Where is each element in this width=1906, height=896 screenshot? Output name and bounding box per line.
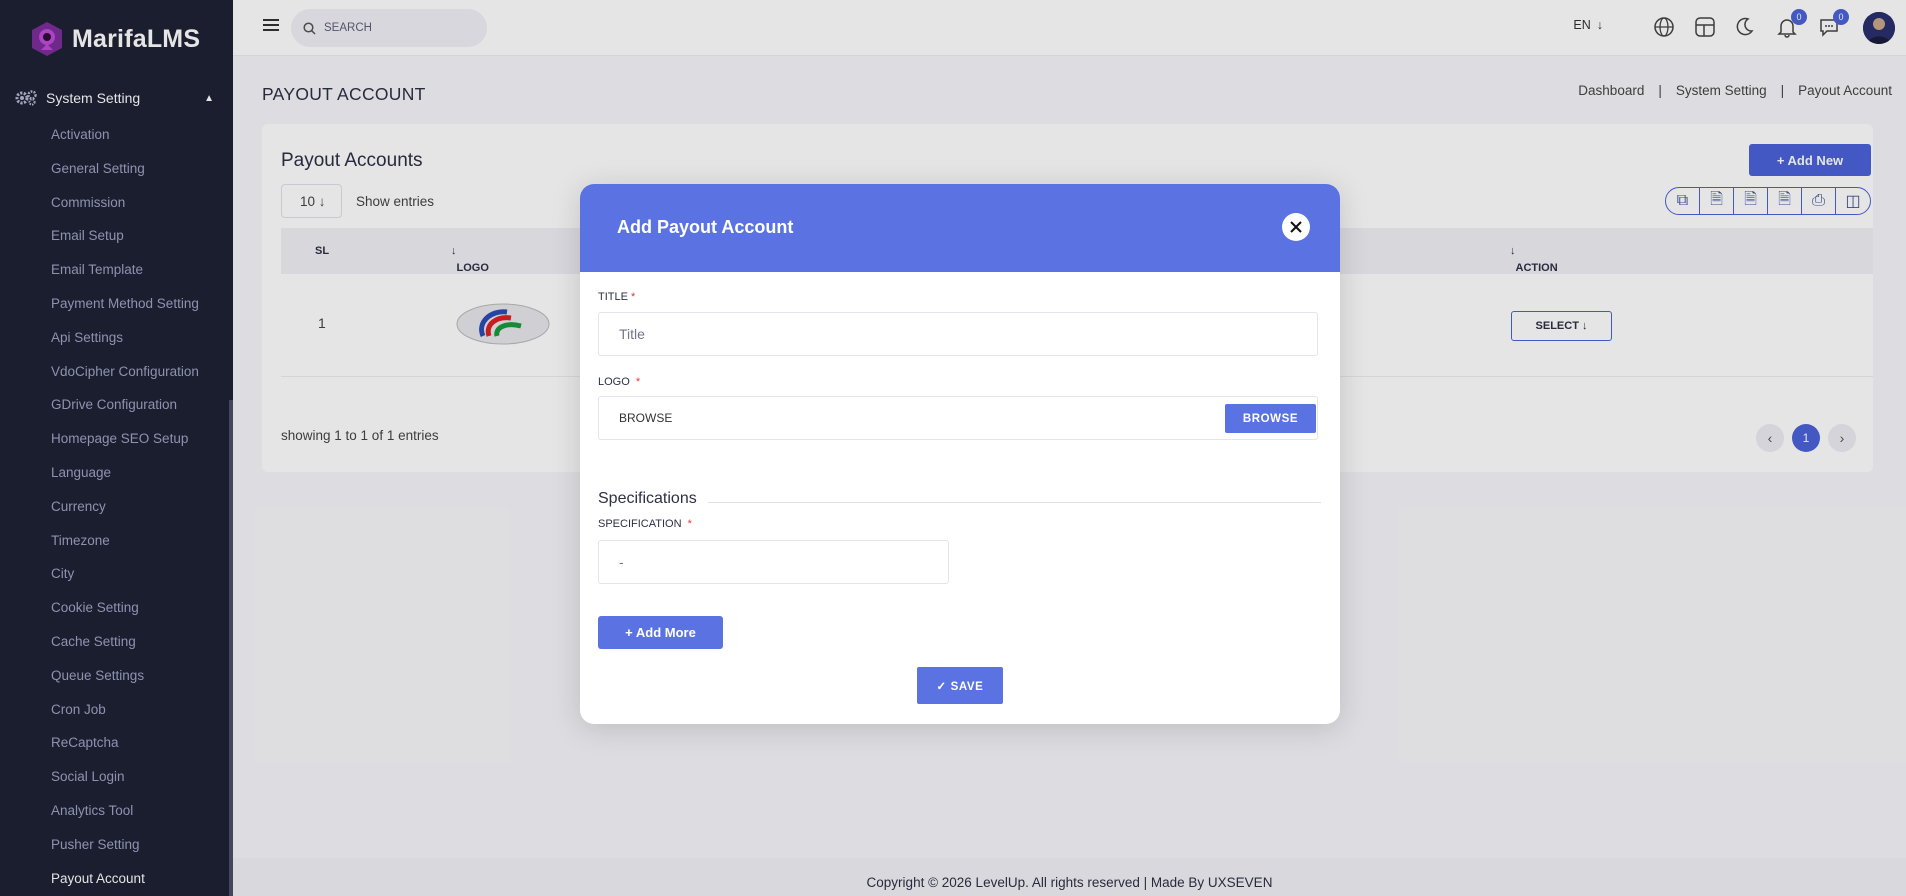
logo-label-text: LOGO: [598, 376, 630, 388]
required-mark: *: [630, 291, 636, 303]
add-more-label: Add More: [635, 625, 696, 640]
title-field-label: TITLE *: [598, 291, 635, 303]
logo-file-name: BROWSE: [619, 411, 673, 425]
specification-label-text: SPECIFICATION: [598, 518, 682, 530]
add-more-button[interactable]: + Add More: [598, 616, 723, 649]
modal-header: Add Payout Account: [580, 184, 1340, 272]
specifications-divider: [708, 502, 1321, 503]
required-mark: *: [687, 518, 692, 530]
save-label: SAVE: [950, 680, 984, 693]
save-button[interactable]: ✓ SAVE: [917, 667, 1003, 704]
browse-button[interactable]: BROWSE: [1225, 404, 1316, 433]
modal-close-button[interactable]: [1282, 213, 1310, 241]
specification-field-label: SPECIFICATION *: [598, 518, 692, 530]
close-icon: [1290, 221, 1302, 233]
logo-field-label: LOGO *: [598, 376, 640, 388]
logo-file-field[interactable]: BROWSE: [598, 396, 1318, 440]
modal-title: Add Payout Account: [617, 217, 794, 237]
title-label-text: TITLE: [598, 291, 628, 303]
required-mark: *: [635, 376, 641, 388]
specifications-heading: Specifications: [598, 490, 697, 507]
plus-icon: +: [625, 625, 633, 640]
add-payout-account-modal: Add Payout Account TITLE* LOGO * BROWSE …: [580, 184, 1340, 724]
title-input[interactable]: [598, 312, 1318, 356]
specification-input[interactable]: [598, 540, 949, 584]
check-icon: ✓: [936, 680, 947, 693]
